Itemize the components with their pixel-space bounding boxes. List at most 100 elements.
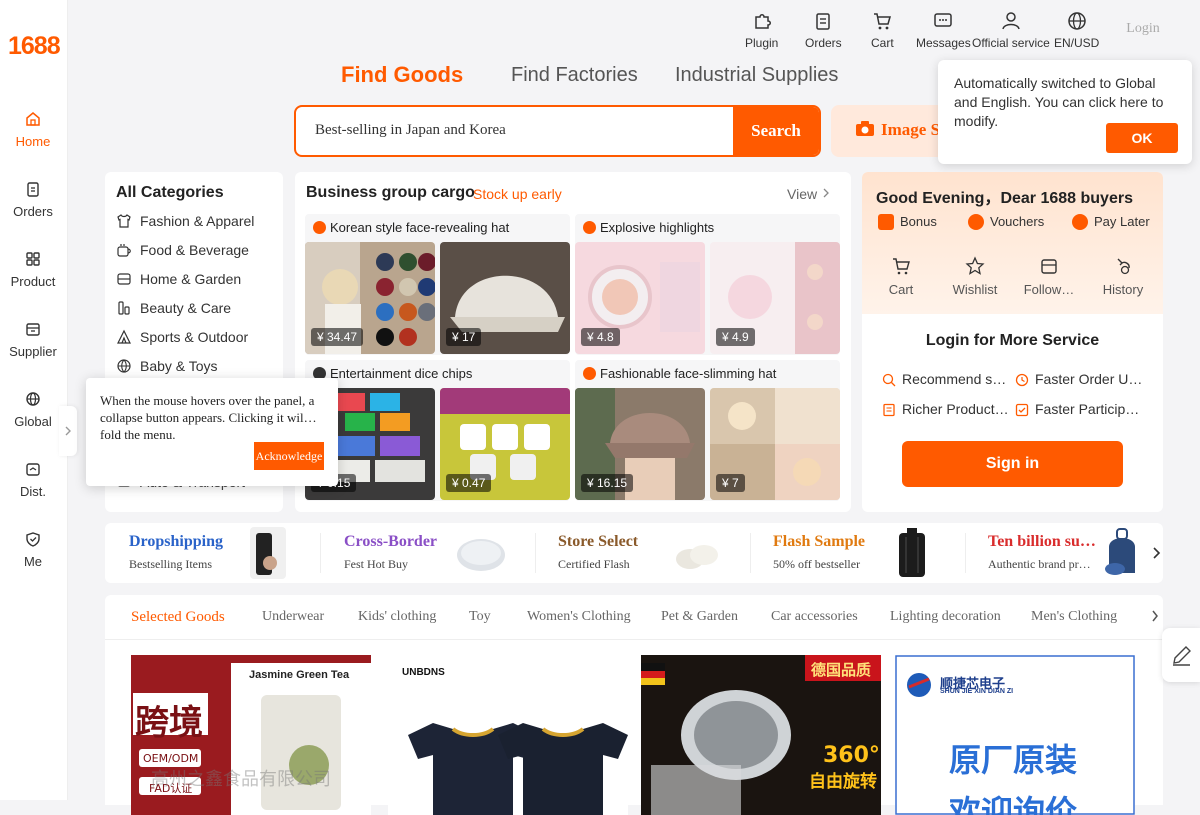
badge-icon	[313, 221, 326, 234]
feedback-edit-button[interactable]	[1162, 628, 1200, 682]
tab-industrial-supplies[interactable]: Industrial Supplies	[675, 64, 838, 87]
promo-store-select[interactable]: Store Select Certified Flash	[558, 533, 638, 572]
acknowledge-button[interactable]: Acknowledge	[254, 442, 324, 470]
search-input[interactable]: Best-selling in Japan and Korea Search	[294, 105, 821, 157]
sidebar-item-product[interactable]: Product	[0, 250, 66, 289]
goods-tabs-next-arrow[interactable]	[1149, 607, 1161, 630]
category-label: Baby & Toys	[140, 358, 218, 374]
login-more-title: Login for More Service	[925, 332, 1100, 349]
sidebar-item-supplier[interactable]: Supplier	[0, 320, 66, 359]
search-button[interactable]: Search	[733, 107, 819, 155]
group-card-title-text: Entertainment dice chips	[330, 366, 473, 381]
topnav-official-service[interactable]: Official service	[972, 10, 1050, 50]
promo-title: Flash Sample	[773, 533, 866, 550]
greeting-history[interactable]: History	[1088, 256, 1158, 297]
greeting-cart[interactable]: Cart	[866, 256, 936, 297]
distribution-icon	[26, 463, 40, 476]
product-card[interactable]: UNBDNS	[388, 655, 628, 815]
category-item[interactable]: Sports & Outdoor	[116, 329, 248, 345]
goods-tab-selected[interactable]: Selected Goods	[131, 609, 225, 626]
product-thumbnail[interactable]: ¥ 34.47	[305, 242, 435, 354]
goods-tab-toy[interactable]: Toy	[469, 609, 491, 625]
topnav-language[interactable]: EN/USD	[1054, 10, 1099, 50]
vouchers-link[interactable]: Vouchers	[968, 214, 1044, 230]
tab-find-goods[interactable]: Find Goods	[341, 62, 463, 88]
sidebar-item-label: Dist.	[20, 484, 46, 499]
promo-title: Dropshipping	[129, 533, 223, 550]
product-thumbnail[interactable]: ¥ 16.15	[575, 388, 705, 500]
product-card[interactable]: 德国品质 360° 自由旋转	[641, 655, 881, 815]
bonus-icon	[878, 214, 894, 230]
shirt-icon	[117, 214, 131, 228]
group-card[interactable]: Korean style face-revealing hat ¥ 34.47 …	[305, 214, 570, 355]
view-more-link[interactable]: View	[787, 186, 831, 202]
pay-later-link[interactable]: Pay Later	[1072, 214, 1150, 230]
topnav-orders[interactable]: Orders	[805, 10, 842, 50]
product-thumbnail[interactable]: ¥ 7	[710, 388, 840, 500]
topnav-cart[interactable]: Cart	[871, 10, 894, 50]
product-thumbnail[interactable]: ¥ 17	[440, 242, 570, 354]
product-card[interactable]: 顺捷芯电子 SHUN JIE XIN DIAN ZI 原厂原装 欢迎询价	[895, 655, 1135, 815]
category-item[interactable]: Food & Beverage	[116, 242, 249, 258]
promo-ten-billion[interactable]: Ten billion su… Authentic brand pr…	[988, 533, 1098, 572]
category-label: Sports & Outdoor	[140, 329, 249, 345]
group-card[interactable]: Explosive highlights ¥ 4.8 ¥ 4.9	[575, 214, 840, 355]
greeting-wishlist[interactable]: Wishlist	[940, 256, 1010, 297]
goods-tab-pet-garden[interactable]: Pet & Garden	[661, 609, 738, 625]
product-thumbnail[interactable]: ¥ 4.8	[575, 242, 705, 354]
store-icon	[1041, 259, 1057, 274]
goods-tab-mens-clothing[interactable]: Men's Clothing	[1031, 609, 1117, 625]
home-icon	[26, 112, 40, 126]
bonus-link[interactable]: Bonus	[878, 214, 937, 230]
goods-tab-kids-clothing[interactable]: Kids' clothing	[358, 609, 436, 625]
group-card[interactable]: Fashionable face-slimming hat ¥ 16.15 ¥ …	[575, 360, 840, 501]
sidebar-item-me[interactable]: Me	[0, 530, 66, 569]
ok-button[interactable]: OK	[1106, 123, 1178, 153]
product-brand: UNBDNS	[402, 667, 445, 678]
promo-cross-border[interactable]: Cross-Border Fest Hot Buy	[344, 533, 437, 572]
product-card[interactable]: 跨境 OEM/ODM FAD认证 Jasmine Green Tea 高州之鑫食…	[131, 655, 371, 815]
product-tag: 德国品质	[811, 661, 872, 679]
promo-image	[1105, 528, 1135, 575]
search-input-value: Best-selling in Japan and Korea	[315, 122, 506, 138]
greeting-follow[interactable]: Follow…	[1014, 256, 1084, 297]
goods-tab-underwear[interactable]: Underwear	[262, 609, 324, 625]
category-item[interactable]: Home & Garden	[116, 271, 241, 287]
goods-tab-lighting-decoration[interactable]: Lighting decoration	[890, 609, 1001, 625]
promo-dropshipping[interactable]: Dropshipping Bestselling Items	[129, 533, 223, 572]
category-label: Beauty & Care	[140, 300, 232, 316]
language-switch-popup: Automatically switched to Global and Eng…	[938, 60, 1192, 164]
price-tag: ¥ 4.8	[581, 328, 620, 346]
topnav-plugin[interactable]: Plugin	[745, 10, 778, 50]
greeting-icon-label: Follow…	[1023, 282, 1075, 297]
goods-tab-car-accessories[interactable]: Car accessories	[771, 609, 858, 625]
topnav-messages[interactable]: Messages	[916, 10, 971, 50]
topnav-label: Cart	[871, 36, 894, 50]
topnav-label: Messages	[916, 36, 971, 50]
login-button[interactable]: Login	[1122, 11, 1164, 47]
divider	[320, 533, 321, 573]
sidebar-collapse-button[interactable]	[59, 406, 77, 456]
tab-find-factories[interactable]: Find Factories	[511, 64, 638, 87]
service-item: Faster Particip…	[1015, 401, 1143, 417]
category-item[interactable]: Beauty & Care	[116, 300, 231, 316]
business-group-panel: Business group cargo Stock up early View…	[295, 172, 851, 512]
sign-in-button[interactable]: Sign in	[902, 441, 1123, 487]
product-thumbnail[interactable]: ¥ 4.9	[710, 242, 840, 354]
service-label: Faster Particip…	[1035, 401, 1140, 417]
service-label: Faster Order U…	[1035, 371, 1143, 387]
house-icon	[117, 273, 131, 285]
image-search-button[interactable]: Image S	[831, 105, 951, 157]
product-label: 360°	[823, 743, 880, 768]
group-card[interactable]: Entertainment dice chips ¥ 0.15 ¥ 0.47	[305, 360, 570, 501]
category-item[interactable]: Baby & Toys	[116, 358, 218, 374]
promo-next-arrow[interactable]	[1149, 543, 1163, 563]
sidebar-item-dist[interactable]: Dist.	[0, 460, 66, 499]
goods-tab-womens-clothing[interactable]: Women's Clothing	[527, 609, 631, 625]
sidebar-item-home[interactable]: Home	[0, 110, 66, 149]
product-thumbnail[interactable]: ¥ 0.47	[440, 388, 570, 500]
sidebar-item-global[interactable]: Global	[0, 390, 66, 429]
sidebar-item-orders[interactable]: Orders	[0, 180, 66, 219]
promo-flash-sample[interactable]: Flash Sample 50% off bestseller	[773, 533, 865, 572]
category-item[interactable]: Fashion & Apparel	[116, 213, 254, 229]
